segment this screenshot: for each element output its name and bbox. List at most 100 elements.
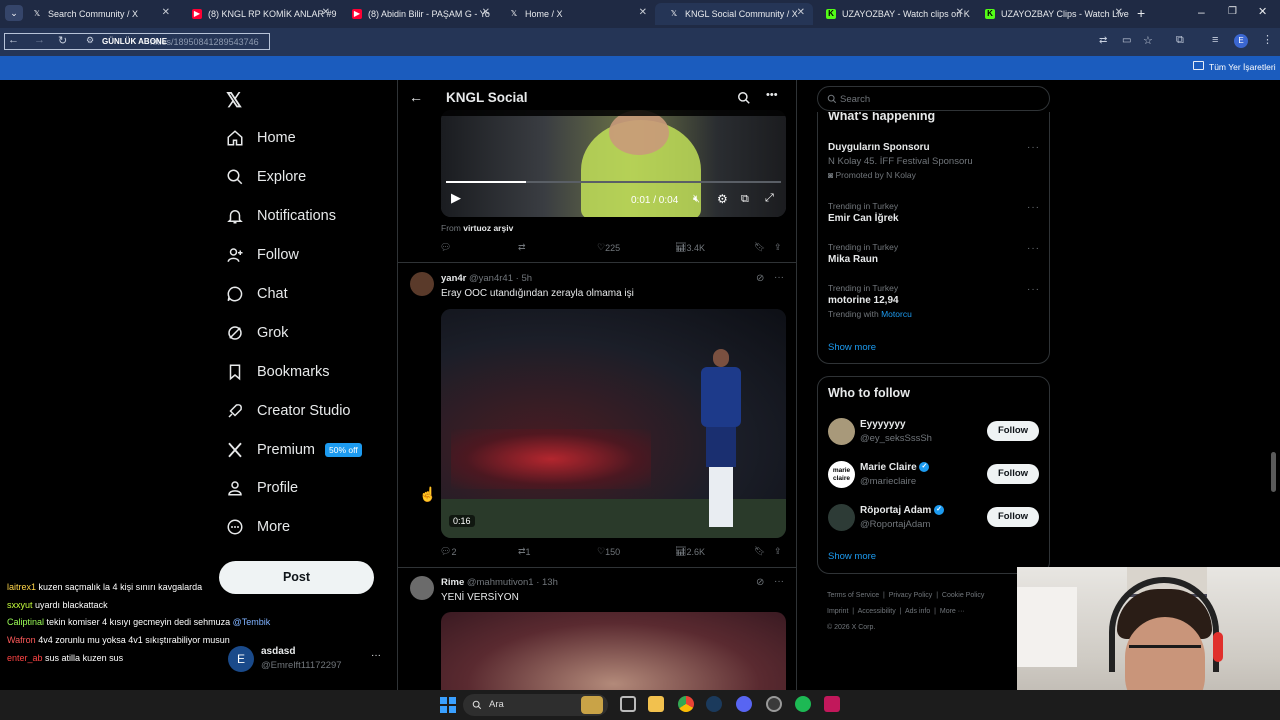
suggestion-name[interactable]: Röportaj Adam: [860, 505, 931, 516]
nav-more[interactable]: More: [226, 514, 290, 540]
trend-tag-link[interactable]: Motorcu: [881, 309, 912, 319]
footer-link[interactable]: Privacy Policy: [889, 592, 933, 599]
trend-more-icon[interactable]: ···: [1027, 142, 1040, 153]
restore-button[interactable]: ❐: [1228, 6, 1237, 17]
browser-tab-active[interactable]: 𝕏 KNGL Social Community / X ✕: [655, 3, 813, 25]
show-more-link[interactable]: Show more: [828, 551, 876, 562]
views-button[interactable]: 📊︎ 2.6K: [675, 546, 705, 557]
like-button[interactable]: ♡ 225: [597, 242, 620, 253]
follow-button[interactable]: Follow: [987, 421, 1039, 441]
translate-icon[interactable]: ⇄: [1099, 35, 1107, 46]
share-icon[interactable]: ⇪: [774, 242, 782, 253]
browser-tab[interactable]: K UZAYOZBAY Clips - Watch Live ✕: [971, 3, 1131, 25]
footer-link[interactable]: Imprint: [827, 608, 848, 615]
site-info-icon[interactable]: ⚙: [86, 35, 94, 46]
discord-icon[interactable]: [736, 696, 752, 712]
spotify-icon[interactable]: [795, 696, 811, 712]
nav-home[interactable]: Home: [226, 125, 296, 151]
video-player[interactable]: ▶ 0:01 / 0:04 🔇︎ ⚙ ⧉ ⤢: [441, 110, 786, 217]
author-handle[interactable]: @mahmutivon1: [467, 577, 534, 588]
trend-item[interactable]: Trending in Turkey Emir Can İğrek: [828, 201, 1043, 224]
post-button[interactable]: Post: [219, 561, 374, 594]
nav-explore[interactable]: Explore: [226, 164, 306, 190]
avatar[interactable]: marie claire: [828, 461, 855, 488]
nav-grok[interactable]: Grok: [226, 320, 288, 346]
repost-icon[interactable]: ⇄: [518, 242, 526, 253]
close-tab-icon[interactable]: ✕: [797, 7, 805, 18]
close-tab-icon[interactable]: ✕: [1115, 7, 1123, 18]
close-tab-icon[interactable]: ✕: [482, 7, 490, 18]
post-age[interactable]: 5h: [521, 273, 532, 284]
reply-button[interactable]: 💬︎ 2: [440, 546, 456, 557]
x-logo-icon[interactable]: 𝕏: [226, 88, 242, 113]
trend-more-icon[interactable]: ···: [1027, 202, 1040, 213]
nav-notifications[interactable]: Notifications: [226, 203, 336, 229]
page-scrollbar[interactable]: [1271, 452, 1276, 492]
file-explorer-icon[interactable]: [648, 696, 664, 712]
close-tab-icon[interactable]: ✕: [956, 7, 964, 18]
search-input[interactable]: Search: [817, 86, 1050, 111]
browser-menu-icon[interactable]: ⋮: [1262, 33, 1273, 46]
mute-icon[interactable]: 🔇︎: [693, 193, 700, 206]
grok-icon[interactable]: ⊘: [756, 577, 764, 588]
nav-creator-studio[interactable]: Creator Studio: [226, 398, 351, 424]
windows-start-icon[interactable]: [440, 697, 456, 713]
video-player[interactable]: [441, 612, 786, 690]
trend-item[interactable]: Trending in Turkey motorine 12,94 Trendi…: [828, 283, 1043, 319]
nav-premium[interactable]: Premium 50% off: [226, 437, 362, 463]
suggestion-name[interactable]: Marie Claire: [860, 462, 917, 473]
share-icon[interactable]: ⇪: [774, 546, 782, 557]
author-name[interactable]: yan4r: [441, 273, 466, 284]
footer-link[interactable]: Accessibility: [858, 608, 896, 615]
bookmark-star-icon[interactable]: ☆: [1143, 34, 1153, 47]
all-bookmarks-link[interactable]: Tüm Yer İşaretleri: [1209, 62, 1276, 72]
avatar[interactable]: [828, 504, 855, 531]
account-more-icon[interactable]: ···: [371, 650, 381, 661]
fullscreen-icon[interactable]: ⤢: [765, 192, 774, 205]
picture-in-picture-icon[interactable]: ⧉: [741, 193, 749, 206]
taskbar-search[interactable]: Ara: [463, 694, 608, 716]
back-arrow-icon[interactable]: ←: [409, 89, 423, 105]
more-options-icon[interactable]: •••: [766, 89, 778, 101]
show-more-link[interactable]: Show more: [828, 342, 876, 353]
views-button[interactable]: 📊︎ 3.4K: [675, 242, 705, 253]
extensions-icon[interactable]: ⧉: [1176, 34, 1184, 47]
steam-icon[interactable]: [706, 696, 722, 712]
media-control-icon[interactable]: ≡: [1212, 34, 1218, 46]
close-tab-icon[interactable]: ✕: [639, 7, 647, 18]
app-icon[interactable]: [766, 696, 782, 712]
reload-icon[interactable]: ↻: [58, 34, 67, 47]
post-more-icon[interactable]: ···: [774, 272, 784, 283]
close-tab-icon[interactable]: ✕: [322, 7, 330, 18]
follow-button[interactable]: Follow: [987, 507, 1039, 527]
bookmark-icon[interactable]: 🔖︎: [754, 546, 765, 557]
avatar[interactable]: [410, 272, 434, 296]
footer-link[interactable]: Ads info: [905, 608, 930, 615]
follow-button[interactable]: Follow: [987, 464, 1039, 484]
back-icon[interactable]: ←: [8, 34, 19, 46]
trend-item[interactable]: Duyguların Sponsoru N Kolay 45. İFF Fest…: [828, 142, 1043, 180]
profile-avatar[interactable]: E: [1234, 34, 1248, 48]
chrome-icon[interactable]: [678, 696, 694, 712]
settings-gear-icon[interactable]: ⚙: [717, 192, 728, 206]
trend-item[interactable]: Trending in Turkey Mika Raun: [828, 242, 1043, 265]
play-icon[interactable]: ▶: [451, 190, 461, 206]
browser-tab[interactable]: ▶ (8) Abidin Bilir - PAŞAM G - Yo ✕: [338, 3, 498, 25]
suggestion-name[interactable]: Eyyyyyyy: [860, 419, 906, 430]
task-view-icon[interactable]: [620, 696, 636, 712]
browser-tab[interactable]: ▶ (8) KNGL RP KOMİK ANLAR #9 ✕: [178, 3, 338, 25]
account-switcher[interactable]: E asdasd @Emrelft11172297 ···: [226, 644, 386, 674]
author-handle[interactable]: @yan4r41: [469, 273, 513, 284]
footer-link[interactable]: Terms of Service: [827, 592, 879, 599]
trend-more-icon[interactable]: ···: [1027, 243, 1040, 254]
nav-follow[interactable]: Follow: [226, 242, 299, 268]
footer-link[interactable]: Cookie Policy: [942, 592, 984, 599]
reply-icon[interactable]: 💬︎: [440, 242, 451, 253]
video-player[interactable]: 0:16: [441, 309, 786, 538]
bookmark-icon[interactable]: 🔖︎: [754, 242, 765, 253]
nav-bookmarks[interactable]: Bookmarks: [226, 359, 330, 385]
new-tab-button[interactable]: +: [1137, 5, 1145, 21]
nav-chat[interactable]: Chat: [226, 281, 288, 307]
minimize-button[interactable]: –: [1198, 5, 1205, 19]
trend-more-icon[interactable]: ···: [1027, 284, 1040, 295]
